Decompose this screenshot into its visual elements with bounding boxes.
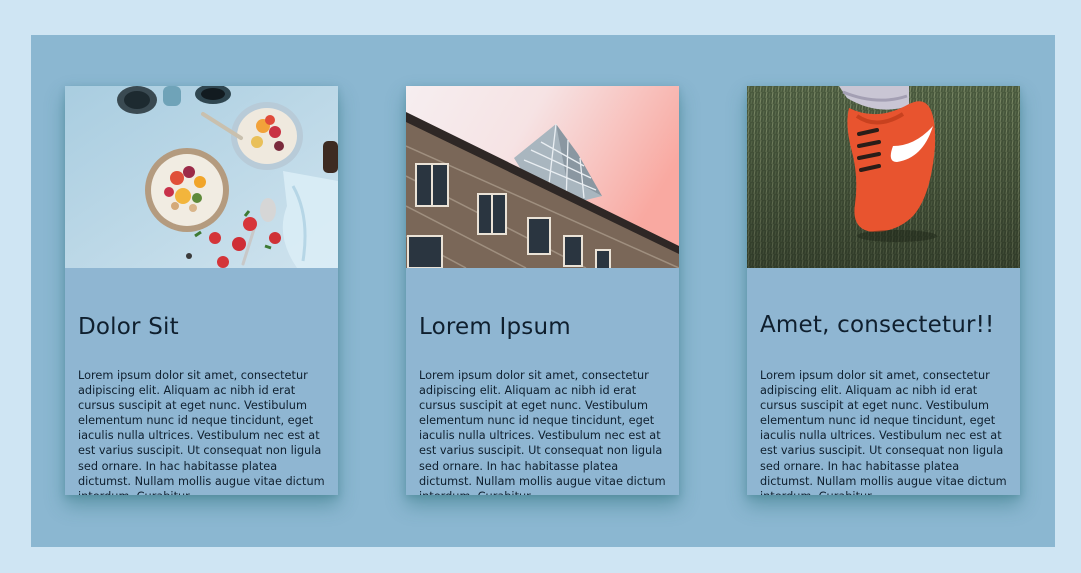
card-title: Lorem Ipsum bbox=[419, 314, 571, 340]
card-amet-consectetur: Amet, consectetur!! Lorem ipsum dolor si… bbox=[747, 86, 1020, 495]
building-architecture-image bbox=[406, 86, 679, 268]
card-title: Dolor Sit bbox=[78, 314, 179, 340]
card-body-text: Lorem ipsum dolor sit amet, consectetur … bbox=[78, 369, 325, 495]
cards-container: Dolor Sit Lorem ipsum dolor sit amet, co… bbox=[31, 35, 1055, 547]
red-football-boot-image bbox=[747, 86, 1020, 268]
breakfast-bowls-image bbox=[65, 86, 338, 268]
card-body-text: Lorem ipsum dolor sit amet, consectetur … bbox=[419, 369, 666, 495]
card-lorem-ipsum: Lorem Ipsum Lorem ipsum dolor sit amet, … bbox=[406, 86, 679, 495]
card-body-text: Lorem ipsum dolor sit amet, consectetur … bbox=[760, 369, 1007, 495]
card-title: Amet, consectetur!! bbox=[760, 312, 995, 338]
card-dolor-sit: Dolor Sit Lorem ipsum dolor sit amet, co… bbox=[65, 86, 338, 495]
